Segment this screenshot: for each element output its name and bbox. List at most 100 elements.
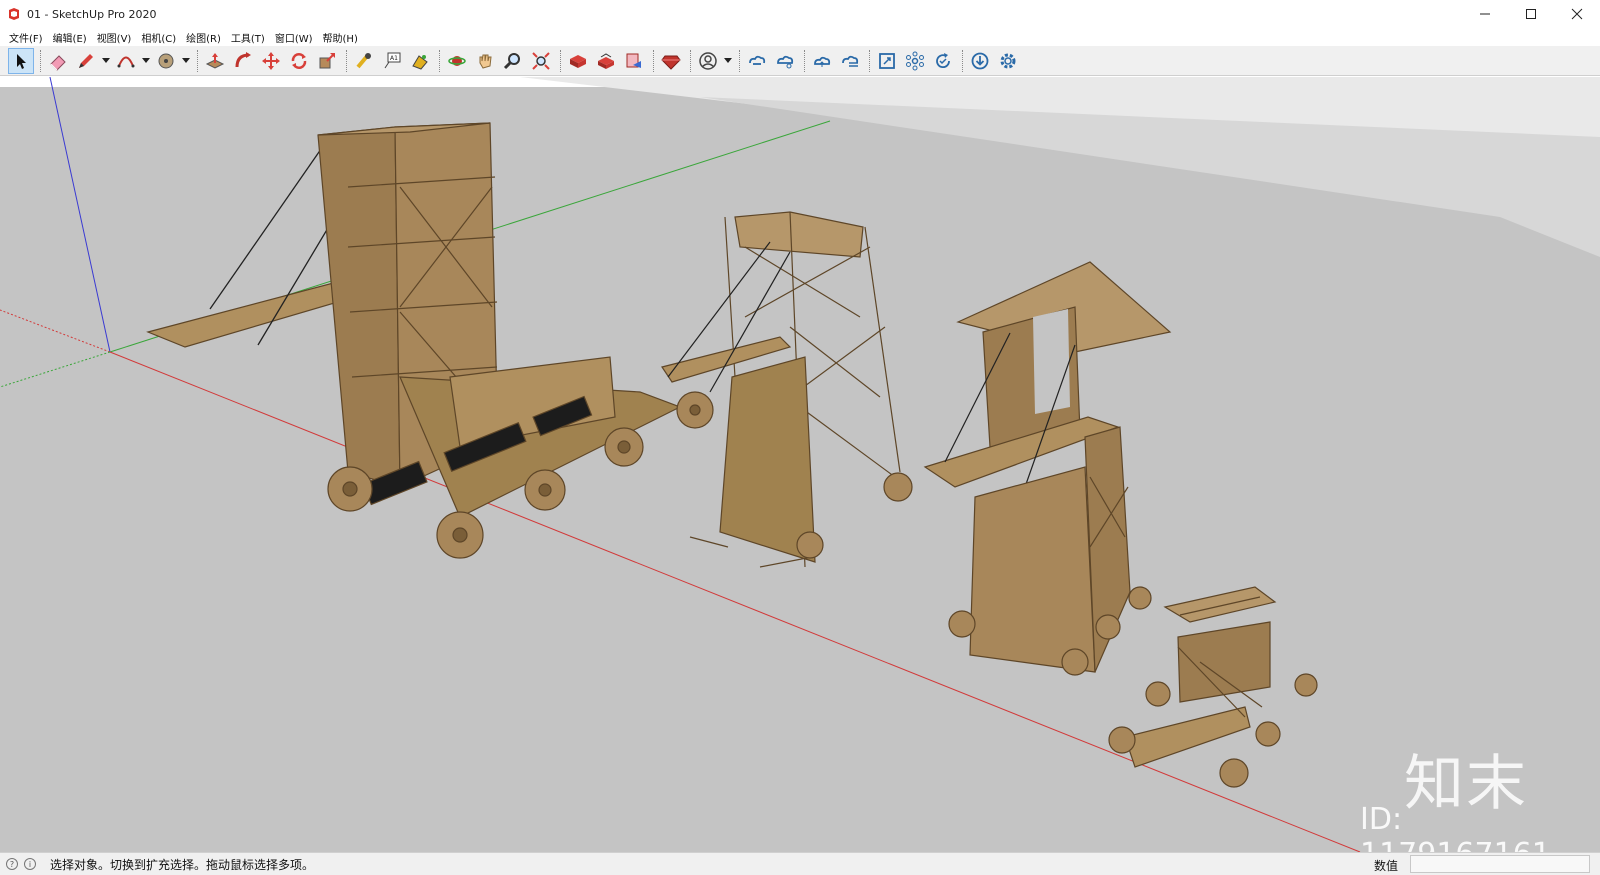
zoom-extents-tool-button[interactable] [528, 48, 554, 74]
components-tool-button[interactable] [593, 48, 619, 74]
settings-icon [1000, 53, 1016, 68]
toolbar-separator [869, 49, 870, 72]
rotate-icon [291, 52, 307, 69]
menu-camera[interactable]: 相机(C) [136, 30, 181, 45]
select-tool-button[interactable] [8, 47, 34, 74]
push-pull-tool-button[interactable] [202, 48, 228, 74]
info-icon[interactable]: i [24, 858, 36, 870]
toolbar-separator [739, 49, 740, 72]
arc-icon [117, 56, 135, 67]
chevron-down-icon [182, 57, 190, 63]
menu-file[interactable]: 文件(F) [4, 30, 48, 45]
geo-location-icon[interactable]: ? [6, 858, 18, 870]
watermark-id: ID: 1179167161 [1360, 802, 1551, 852]
chevron-down-icon [142, 57, 150, 63]
paint-bucket-tool-button[interactable] [153, 48, 179, 74]
cloud-share-button[interactable] [772, 48, 798, 74]
main-toolbar: A1 [0, 46, 1600, 76]
toolbar-separator [962, 49, 963, 72]
menu-draw[interactable]: 绘图(R) [181, 30, 226, 45]
chevron-down-icon [724, 57, 732, 63]
measurements-input[interactable] [1410, 855, 1590, 873]
download-icon [971, 52, 989, 69]
warehouse-tool-button[interactable] [565, 48, 591, 74]
maximize-button[interactable] [1508, 0, 1554, 28]
status-bar: ? i 选择对象。切换到扩充选择。拖动鼠标选择多项。 数值 [0, 852, 1600, 875]
tape-measure-tool-button[interactable] [351, 48, 377, 74]
menu-view[interactable]: 视图(V) [92, 30, 137, 45]
status-message: 选择对象。切换到扩充选择。拖动鼠标选择多项。 [50, 857, 315, 872]
orbit-icon [448, 55, 466, 66]
cloud-list-icon [842, 55, 859, 67]
cloud-sync-button[interactable] [744, 48, 770, 74]
measurements-label: 数值 [1374, 859, 1399, 873]
pencil-dropdown[interactable] [101, 48, 111, 74]
refresh-icon [936, 52, 950, 68]
select-icon [17, 53, 26, 69]
scale-tool-button[interactable] [314, 48, 340, 74]
zoom-icon [503, 52, 520, 69]
title-bar: 01 - SketchUp Pro 2020 [0, 0, 1600, 28]
settings-button[interactable] [995, 48, 1021, 74]
text-icon: A1 [384, 52, 401, 68]
pan-tool-button[interactable] [472, 48, 498, 74]
cloud-upload-button[interactable] [809, 48, 835, 74]
follow-me-icon [235, 51, 251, 67]
model-viewport[interactable]: 知末 ID: 1179167161 [0, 77, 1600, 852]
toolbar-separator [560, 49, 561, 72]
sketchup-logo-icon [9, 8, 19, 20]
toolbar-separator [804, 49, 805, 72]
menu-help[interactable]: 帮助(H) [318, 30, 363, 45]
send-to-layout-icon [626, 53, 641, 68]
refresh-button[interactable] [930, 48, 956, 74]
menu-window[interactable]: 窗口(W) [270, 30, 318, 45]
window-controls [1462, 0, 1600, 28]
profile-icon [699, 51, 717, 70]
cloud-list-button[interactable] [837, 48, 863, 74]
menu-bar: 文件(F) 编辑(E) 视图(V) 相机(C) 绘图(R) 工具(T) 窗口(W… [0, 28, 1600, 46]
extension-ruby-icon [661, 55, 681, 70]
svg-text:A1: A1 [390, 55, 398, 62]
eraser-tool-button[interactable] [45, 48, 71, 74]
toolbar-separator [197, 49, 198, 72]
menu-tools[interactable]: 工具(T) [226, 30, 270, 45]
paint-bucket-icon [158, 53, 174, 68]
cloud-upload-icon [814, 56, 831, 67]
toolbar-separator [653, 49, 654, 72]
zoom-window-button[interactable] [874, 48, 900, 74]
move-tool-button[interactable] [258, 48, 284, 74]
profile-button[interactable] [695, 48, 721, 74]
close-button[interactable] [1554, 0, 1600, 28]
network-button[interactable] [902, 48, 928, 74]
zoom-window-icon [879, 52, 895, 69]
chevron-down-icon [102, 57, 110, 63]
paint-icon [412, 54, 428, 70]
extension-ruby-tool-button[interactable] [658, 48, 684, 74]
pencil-tool-button[interactable] [73, 48, 99, 74]
menu-edit[interactable]: 编辑(E) [48, 30, 92, 45]
send-to-layout-tool-button[interactable] [621, 48, 647, 74]
orbit-tool-button[interactable] [444, 48, 470, 74]
toolbar-separator [439, 49, 440, 72]
profile-dropdown[interactable] [723, 48, 733, 74]
scene-canvas[interactable] [0, 77, 1600, 852]
toolbar-separator [346, 49, 347, 72]
download-button[interactable] [967, 48, 993, 74]
zoom-tool-button[interactable] [500, 48, 526, 74]
components-icon [598, 52, 614, 69]
text-tool-button[interactable]: A1 [379, 48, 405, 74]
shape-dropdown[interactable] [181, 48, 191, 74]
minimize-button[interactable] [1462, 0, 1508, 28]
cloud-sync-icon [749, 55, 766, 65]
rotate-tool-button[interactable] [286, 48, 312, 74]
toolbar-separator [690, 49, 691, 72]
scale-icon [319, 52, 335, 68]
arc-tool-button[interactable] [113, 48, 139, 74]
toolbar-separator [40, 49, 41, 72]
close-icon [1571, 8, 1583, 20]
paint-tool-button[interactable] [407, 48, 433, 74]
zoom-extents-icon [532, 51, 550, 70]
eraser-icon [50, 54, 66, 71]
follow-me-tool-button[interactable] [230, 48, 256, 74]
arc-dropdown[interactable] [141, 48, 151, 74]
